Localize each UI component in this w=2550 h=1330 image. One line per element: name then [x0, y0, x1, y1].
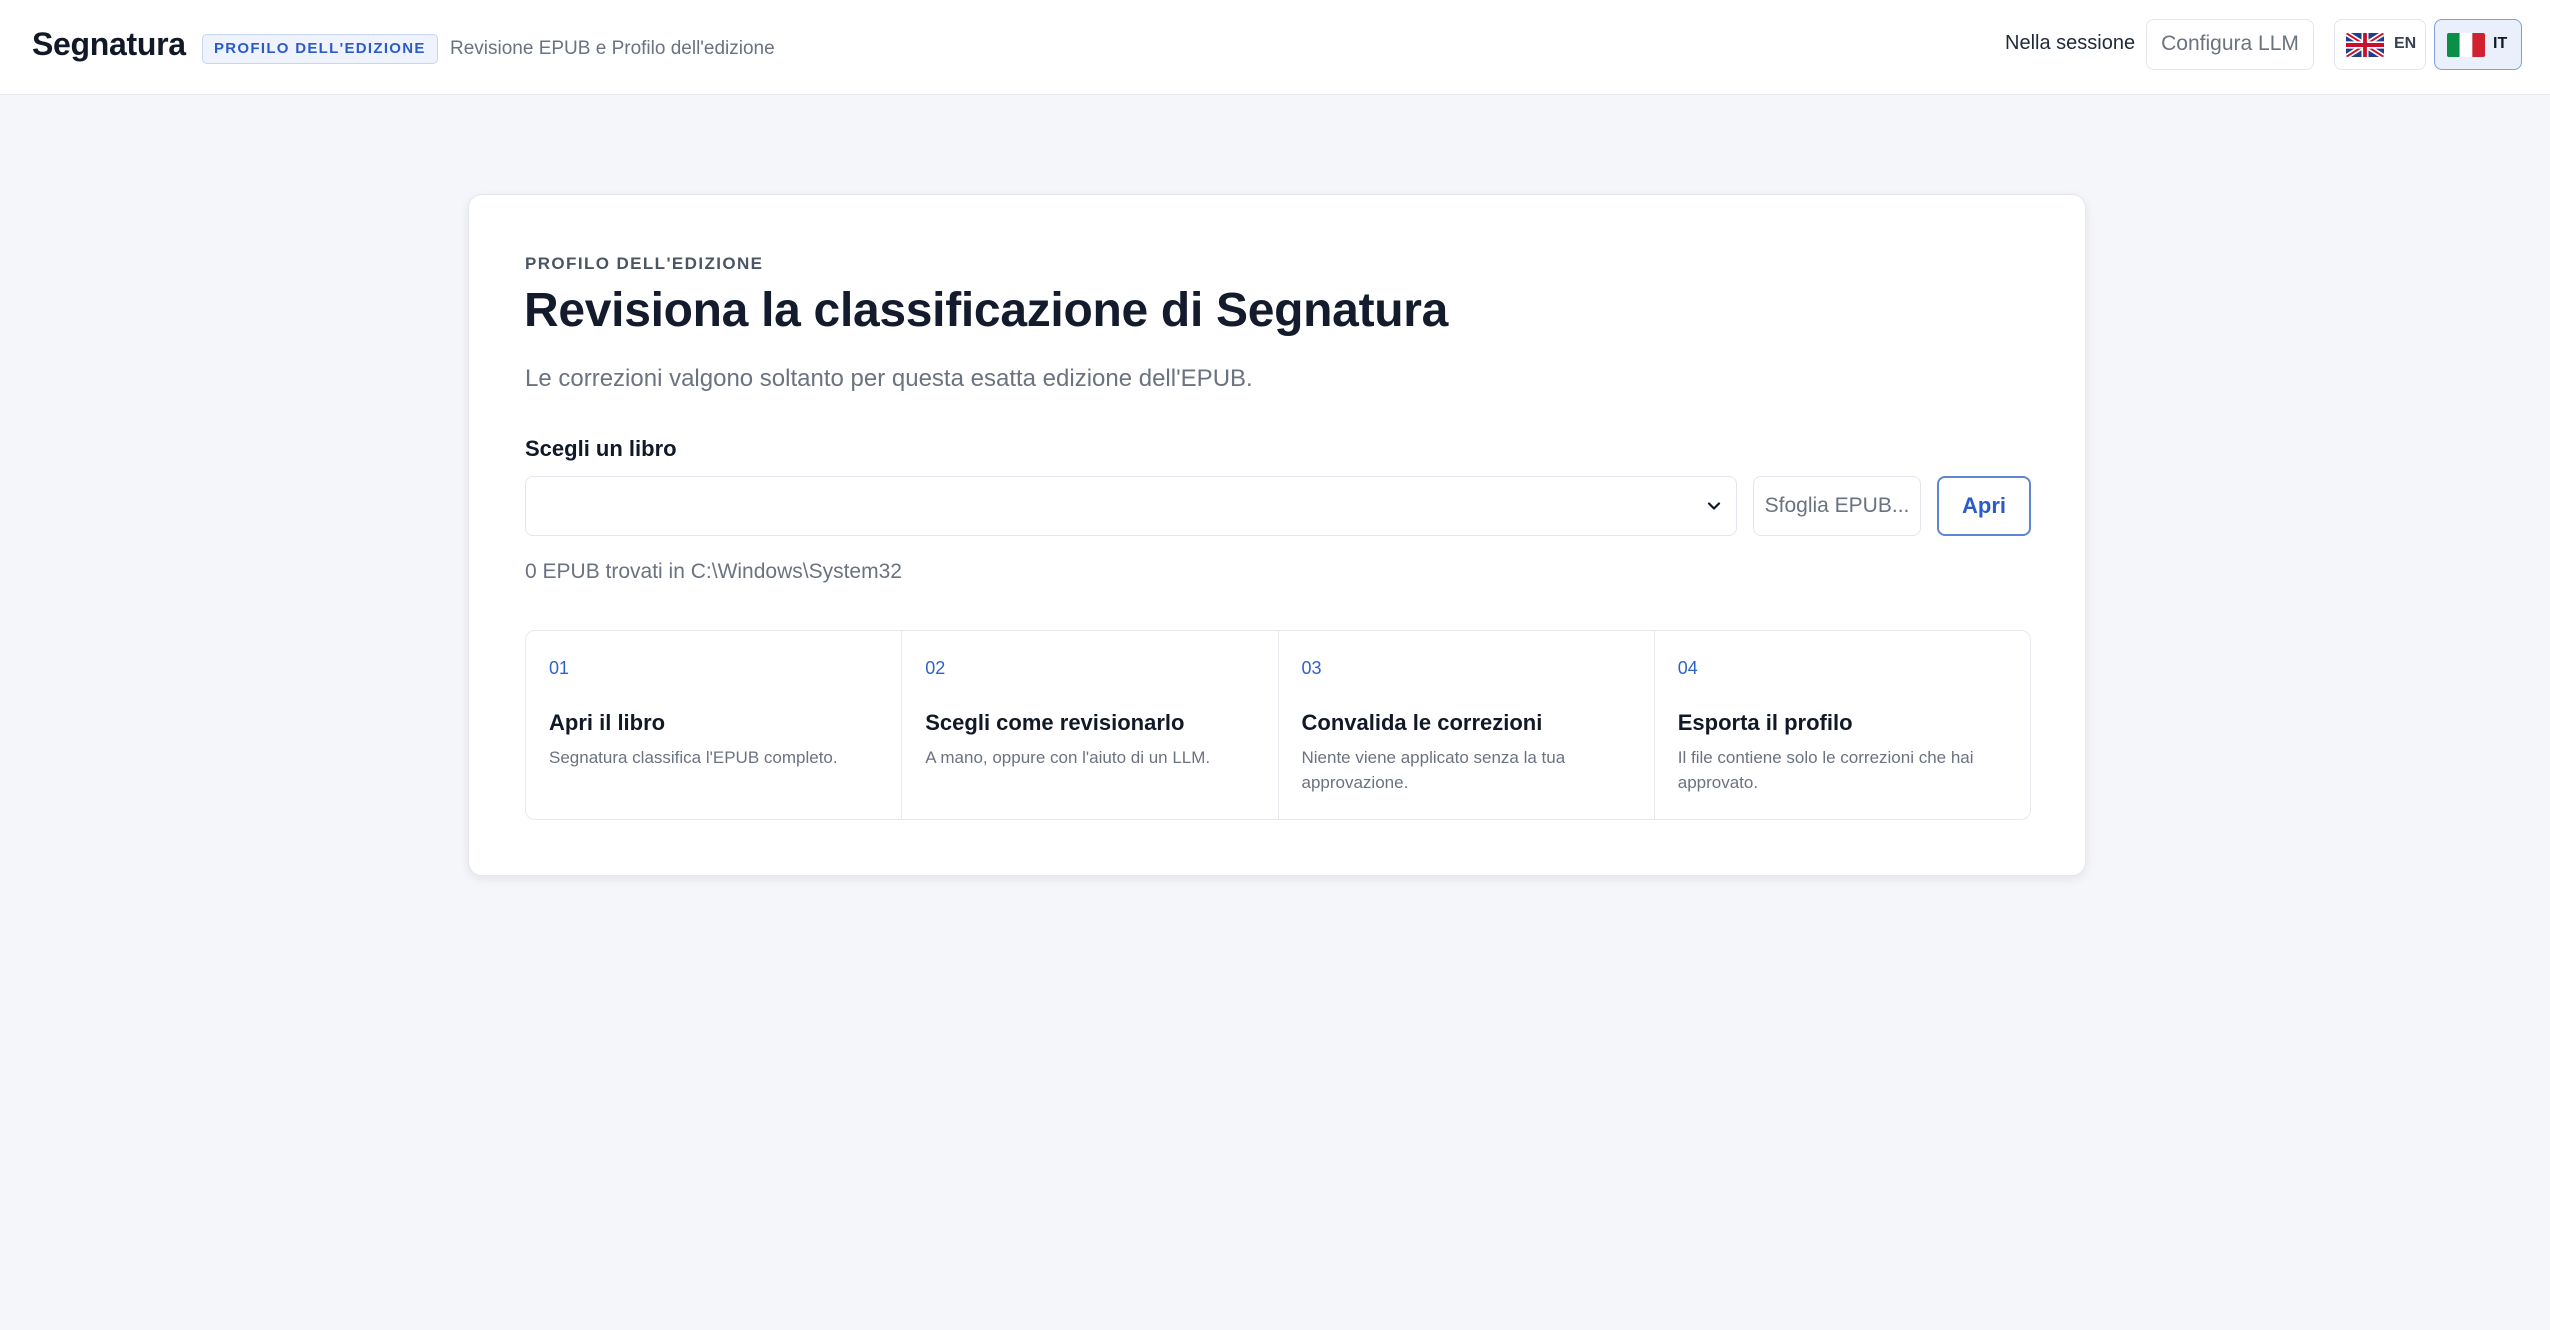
app-subtitle: Revisione EPUB e Profilo dell'edizione: [450, 38, 775, 59]
italy-flag-icon: [2447, 33, 2485, 57]
steps-list: 01 Apri il libro Segnatura classifica l'…: [525, 630, 2031, 820]
browse-epub-button[interactable]: Sfoglia EPUB...: [1753, 476, 1921, 536]
book-select-label: Scegli un libro: [525, 436, 677, 461]
mode-badge: PROFILO DELL'EDIZIONE: [202, 34, 438, 64]
step-number: 04: [1677, 658, 1698, 678]
step-title: Esporta il profilo: [1677, 710, 1853, 735]
language-code-it: IT: [2493, 35, 2508, 52]
step-number: 01: [549, 658, 570, 678]
language-button-it[interactable]: IT: [2434, 19, 2522, 70]
page-title: Revisiona la classificazione di Segnatur…: [524, 284, 1449, 337]
step-item: 02 Scegli come revisionarlo A mano, oppu…: [902, 631, 1279, 819]
step-number: 03: [1301, 658, 1322, 678]
step-title: Convalida le correzioni: [1301, 710, 1543, 735]
step-title: Apri il libro: [549, 710, 666, 735]
open-button[interactable]: Apri: [1937, 476, 2031, 536]
step-title: Scegli come revisionarlo: [925, 710, 1185, 735]
language-code-en: EN: [2394, 35, 2417, 52]
language-button-en[interactable]: EN: [2334, 19, 2426, 70]
step-description: Niente viene applicato senza la tua appr…: [1301, 748, 1566, 792]
app-brand: Segnatura: [32, 26, 186, 62]
book-select[interactable]: [525, 476, 1737, 536]
language-switcher: EN IT: [2334, 19, 2522, 71]
step-item: 04 Esporta il profilo Il file contiene s…: [1655, 631, 2030, 819]
step-description: Segnatura classifica l'EPUB completo.: [549, 748, 838, 767]
configure-llm-button[interactable]: Configura LLM: [2146, 19, 2314, 70]
step-number: 02: [925, 658, 946, 678]
section-eyebrow: PROFILO DELL'EDIZIONE: [525, 254, 764, 273]
step-description: Il file contiene solo le correzioni che …: [1677, 748, 1974, 792]
edition-profile-card: PROFILO DELL'EDIZIONE Revisiona la class…: [468, 194, 2086, 876]
step-item: 01 Apri il libro Segnatura classifica l'…: [526, 631, 903, 819]
session-label: Nella sessione: [2005, 32, 2136, 54]
step-description: A mano, oppure con l'aiuto di un LLM.: [925, 748, 1211, 767]
uk-flag-icon: [2346, 33, 2384, 57]
top-bar: Segnatura PROFILO DELL'EDIZIONE Revision…: [0, 0, 2550, 95]
chevron-down-icon: [1706, 498, 1722, 514]
page-subtitle: Le correzioni valgono soltanto per quest…: [525, 365, 1253, 392]
step-item: 03 Convalida le correzioni Niente viene …: [1279, 631, 1655, 819]
epub-found-status: 0 EPUB trovati in C:\Windows\System32: [525, 560, 902, 583]
